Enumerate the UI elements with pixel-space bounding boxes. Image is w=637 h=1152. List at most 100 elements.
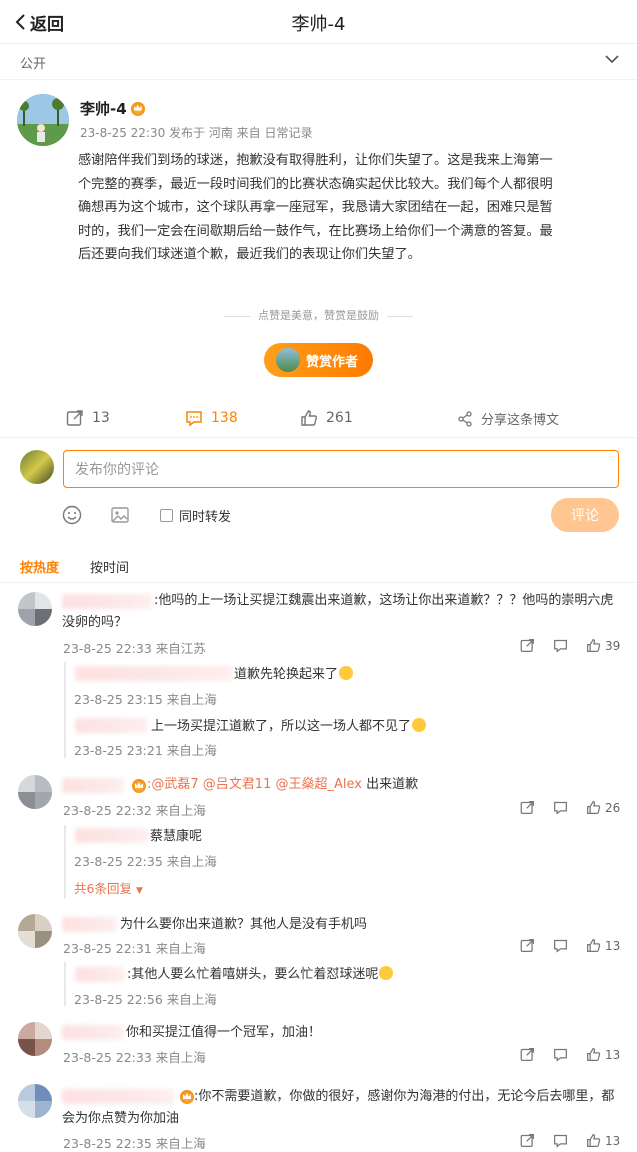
caret-down-icon: ▼ xyxy=(135,886,143,896)
reward-tip: 点赞是美意，赞赏是鼓励 xyxy=(0,307,637,323)
my-avatar xyxy=(20,450,54,484)
comment-text: 没卵的吗？ xyxy=(62,615,128,630)
repost-button[interactable]: 13 xyxy=(66,409,110,427)
avatar-image xyxy=(17,94,69,146)
emoji-icon xyxy=(379,966,394,980)
visibility-selector[interactable]: 公开 xyxy=(0,44,637,80)
comment-like-count: 13 xyxy=(605,1133,621,1148)
repost-comment-button[interactable] xyxy=(520,638,535,653)
comment-time: 23-8-25 22:35 来自上海 xyxy=(63,1136,206,1151)
repost-count: 13 xyxy=(92,410,110,426)
commenter-avatar[interactable] xyxy=(18,1022,52,1056)
page-title: 李帅-4 xyxy=(291,14,346,35)
comment-text-tail: 出来道歉 xyxy=(366,777,419,792)
commenter-avatar[interactable] xyxy=(18,592,52,626)
thumbs-up-icon xyxy=(301,410,317,426)
post-line: 后还要向我们球迷道个歉，最近我们的表现让你们失望了。 xyxy=(78,247,421,262)
author-mini-avatar xyxy=(276,348,300,372)
image-upload-button[interactable] xyxy=(110,505,130,529)
post-line: 确想再为这个城市，这个球队再拿一座冠军，我恳请大家团结在一起，困难只是暂 xyxy=(78,200,553,215)
emoji-icon xyxy=(62,505,82,525)
masked-username xyxy=(62,1025,124,1040)
repost-comment-button[interactable] xyxy=(520,938,535,953)
repost-icon xyxy=(520,1048,534,1061)
comment-like-button[interactable]: 13 xyxy=(586,938,620,953)
comment-actions: 13 xyxy=(520,1047,620,1062)
mention-link[interactable]: :@武磊7 xyxy=(147,777,199,792)
comment-like-count: 26 xyxy=(605,800,621,815)
repost-comment-button[interactable] xyxy=(520,1047,535,1062)
reward-author-button[interactable]: 赞赏作者 xyxy=(264,343,373,377)
reply-button[interactable] xyxy=(553,1047,568,1062)
reply-button[interactable] xyxy=(553,638,568,653)
comment-like-button[interactable]: 13 xyxy=(586,1133,620,1148)
reply-text-content: 上一场买提江道歉了，所以这一场人都不见了 xyxy=(151,719,412,734)
comment-like-button[interactable]: 13 xyxy=(586,1047,620,1062)
commenter-avatar[interactable] xyxy=(18,1084,52,1118)
comment-actions: 13 xyxy=(520,938,620,953)
comment-time: 23-8-25 22:33 来自江苏 xyxy=(63,641,206,656)
more-replies-label: 共6条回复 xyxy=(74,881,132,896)
emoji-icon xyxy=(412,718,427,732)
comment-like-count: 13 xyxy=(605,938,621,953)
masked-username xyxy=(62,917,117,932)
comment-input[interactable] xyxy=(63,450,619,488)
mention-link[interactable]: @王燊超_Alex xyxy=(275,777,361,792)
comment-icon xyxy=(554,1134,567,1148)
thumbs-up-icon xyxy=(587,1048,601,1061)
tab-hot[interactable]: 按热度 xyxy=(20,557,59,576)
reply-button[interactable] xyxy=(553,938,568,953)
reward-tip-text: 点赞是美意，赞赏是鼓励 xyxy=(258,309,379,322)
mention-link[interactable]: @吕文君11 xyxy=(203,777,272,792)
comment-count: 138 xyxy=(211,410,238,426)
masked-username xyxy=(62,594,152,609)
reply-time: 23-8-25 22:56 来自上海 xyxy=(74,992,217,1007)
comment-time: 23-8-25 22:33 来自上海 xyxy=(63,1050,206,1065)
reply-thread-line xyxy=(64,962,66,1006)
repost-icon xyxy=(520,639,534,652)
reply-text: :其他人要么忙着嘻姘头，要么忙着怼球迷呢 xyxy=(127,964,394,985)
comment-like-button[interactable]: 39 xyxy=(586,638,620,653)
post-meta: 23-8-25 22:30 发布于 河南 来自 日常记录 xyxy=(80,126,313,140)
commenter-avatar[interactable] xyxy=(18,914,52,948)
reply-time: 23-8-25 23:15 来自上海 xyxy=(74,692,217,707)
author-avatar[interactable] xyxy=(17,94,69,146)
submit-comment-button[interactable]: 评论 xyxy=(551,498,619,532)
reply-text: 道歉先轮换起来了 xyxy=(234,664,354,685)
more-replies-link[interactable]: 共6条回复 ▼ xyxy=(74,878,143,897)
repost-icon xyxy=(66,410,83,426)
reply-text-content: :其他人要么忙着嘻姘头，要么忙着怼球迷呢 xyxy=(127,967,379,982)
comment-icon xyxy=(554,1048,567,1062)
comment-text: :他吗的上一场让买提江魏震出来道歉，这场让你出来道歉？？？他吗的崇明六虎 xyxy=(154,593,614,608)
repost-icon xyxy=(520,1134,534,1147)
reply-time: 23-8-25 22:35 来自上海 xyxy=(74,854,217,869)
reply-button[interactable] xyxy=(553,1133,568,1148)
share-button[interactable]: 分享这条博文 xyxy=(457,409,559,428)
emoji-button[interactable] xyxy=(62,505,82,529)
masked-username xyxy=(62,1089,174,1104)
like-button[interactable]: 261 xyxy=(300,409,353,427)
repost-comment-button[interactable] xyxy=(520,1133,535,1148)
post-line: 感谢陪伴我们到场的球迷，抱歉没有取得胜利，让你们失望了。这是我来上海第一 xyxy=(78,153,553,168)
share-icon xyxy=(458,410,472,427)
thumbs-up-icon xyxy=(587,639,601,652)
masked-username xyxy=(62,778,124,793)
reply-time: 23-8-25 23:21 来自上海 xyxy=(74,743,217,758)
author-name[interactable]: 李帅-4 xyxy=(80,98,145,119)
comment-button[interactable]: 138 xyxy=(185,409,238,427)
vip-crown-icon xyxy=(180,1090,194,1104)
comment-actions: 39 xyxy=(520,638,620,653)
comment-like-button[interactable]: 26 xyxy=(586,800,620,815)
checkbox-box xyxy=(160,509,173,522)
repost-checkbox[interactable]: 同时转发 xyxy=(160,506,231,525)
reply-button[interactable] xyxy=(553,800,568,815)
comment-text: :@武磊7 @吕文君11 @王燊超_Alex 出来道歉 xyxy=(147,774,418,795)
tab-time[interactable]: 按时间 xyxy=(90,557,129,576)
comment-time: 23-8-25 22:32 来自上海 xyxy=(63,803,206,818)
comment-like-count: 39 xyxy=(605,638,621,653)
vip-crown-icon xyxy=(132,779,146,793)
chevron-down-icon xyxy=(605,55,619,64)
like-count: 261 xyxy=(326,410,353,426)
repost-comment-button[interactable] xyxy=(520,800,535,815)
commenter-avatar[interactable] xyxy=(18,775,52,809)
